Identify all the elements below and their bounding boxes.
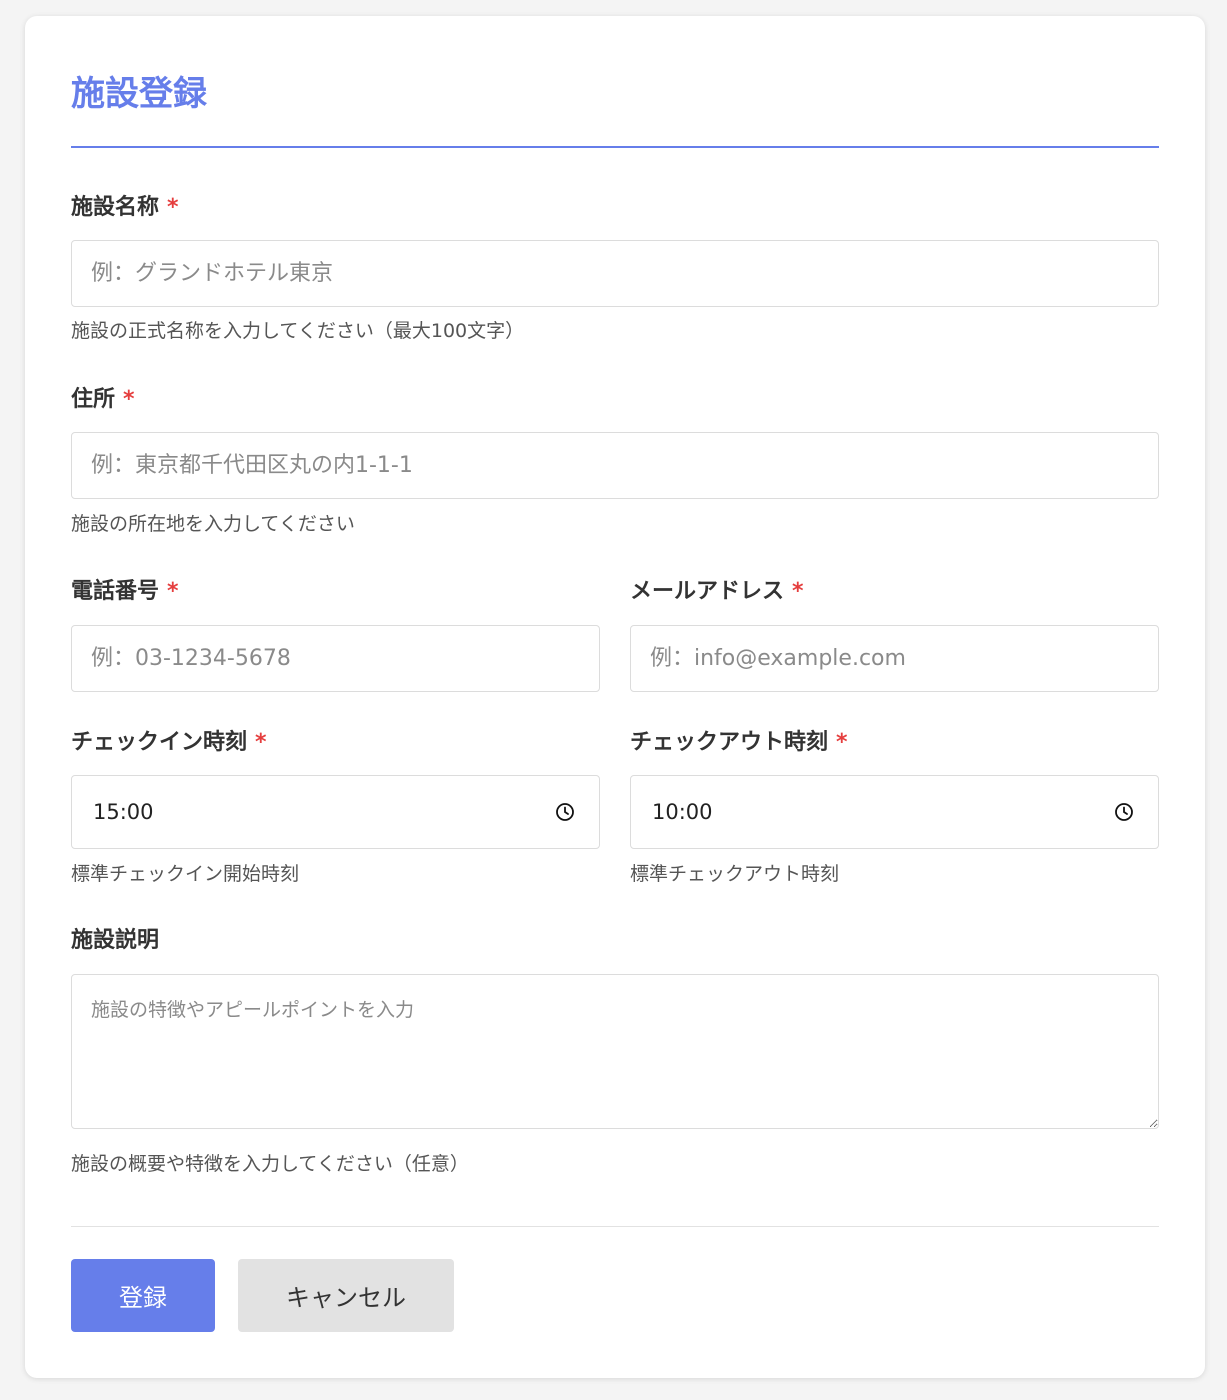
cancel-button[interactable]: キャンセル [238, 1259, 454, 1332]
description-hint: 施設の概要や特徴を入力してください（任意） [71, 1153, 469, 1175]
required-mark: * [255, 730, 267, 755]
facility-name-label-text: 施設名称 [71, 195, 160, 220]
checkin-time-value: 15:00 [93, 800, 154, 824]
checkout-time-value: 10:00 [652, 800, 713, 824]
required-mark: * [836, 730, 848, 755]
address-hint: 施設の所在地を入力してください [71, 513, 355, 535]
checkin-hint: 標準チェックイン開始時刻 [71, 863, 300, 885]
email-input[interactable] [630, 625, 1159, 692]
checkin-label: チェックイン時刻 * [71, 728, 267, 758]
title-divider [71, 146, 1159, 148]
form-card: 施設登録 施設名称 * 施設の正式名称を入力してください（最大100文字） 住所 *… [25, 16, 1205, 1378]
facility-name-label: 施設名称 * [71, 193, 179, 223]
phone-label: 電話番号 * [71, 577, 179, 607]
description-label: 施設説明 [71, 926, 159, 956]
checkin-label-text: チェックイン時刻 [71, 730, 248, 755]
email-label: メールアドレス * [630, 577, 804, 607]
phone-input[interactable] [71, 625, 600, 692]
email-label-text: メールアドレス [630, 579, 785, 604]
phone-label-text: 電話番号 [71, 579, 160, 604]
checkin-time-input[interactable]: 15:00 [71, 775, 600, 849]
required-mark: * [123, 387, 135, 412]
description-textarea[interactable] [71, 974, 1159, 1129]
clock-icon[interactable] [555, 802, 575, 822]
clock-icon[interactable] [1114, 802, 1134, 822]
checkout-hint: 標準チェックアウト時刻 [630, 863, 840, 885]
address-label: 住所 * [71, 385, 135, 415]
address-label-text: 住所 [71, 387, 116, 412]
checkout-time-input[interactable]: 10:00 [630, 775, 1159, 849]
description-label-text: 施設説明 [71, 928, 160, 953]
required-mark: * [167, 579, 179, 604]
submit-button[interactable]: 登録 [71, 1259, 215, 1332]
actions-divider [71, 1226, 1159, 1227]
checkout-label: チェックアウト時刻 * [630, 728, 848, 758]
page-title: 施設登録 [71, 74, 207, 114]
address-input[interactable] [71, 432, 1159, 499]
required-mark: * [167, 195, 179, 220]
required-mark: * [792, 579, 804, 604]
facility-name-hint: 施設の正式名称を入力してください（最大100文字） [71, 320, 525, 342]
facility-name-input[interactable] [71, 240, 1159, 307]
checkout-label-text: チェックアウト時刻 [630, 730, 829, 755]
